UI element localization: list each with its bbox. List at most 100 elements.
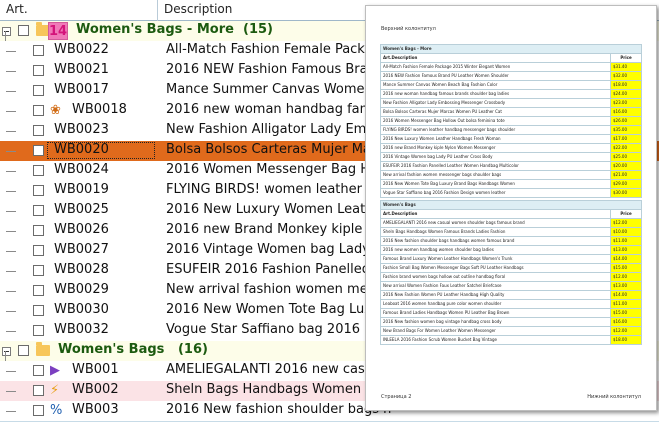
column-header-description[interactable]: Description	[164, 2, 232, 16]
description-cell: 2016 New Luxury Women Leather	[166, 202, 387, 217]
preview-desc-cell: Fashion brand women bags hollow out outl…	[380, 272, 611, 282]
preview-row: AMELIEGALANTI 2016 new casual women shou…	[380, 218, 642, 228]
preview-price-cell: $18.00	[610, 80, 642, 90]
description-cell: AMELIEGALANTI 2016 new casua	[166, 362, 381, 377]
checkbox[interactable]	[33, 125, 44, 136]
preview-row: New Fashion Alligator Lady Embossing Mes…	[380, 98, 642, 108]
article-code: WB0026	[54, 222, 109, 237]
checkbox[interactable]	[33, 405, 44, 416]
checkbox[interactable]	[33, 85, 44, 96]
checkbox[interactable]	[33, 65, 44, 76]
preview-desc-cell: 2016 New Fashion Women PU Leather Handba…	[380, 290, 611, 300]
checkbox[interactable]	[33, 385, 44, 396]
description-cell: 2016 New fashion shoulder bags h	[166, 402, 392, 417]
collapse-icon[interactable]	[2, 347, 11, 356]
preview-row: New Brand Bags For Women Leather Women M…	[380, 326, 642, 336]
checkbox[interactable]	[33, 45, 44, 56]
preview-price-cell: $10.00	[610, 227, 642, 237]
collapse-icon[interactable]	[2, 27, 11, 36]
preview-price-cell: $25.00	[610, 152, 642, 162]
preview-price-cell: $29.00	[610, 179, 642, 189]
preview-price-cell: $13.00	[610, 245, 642, 255]
preview-desc-cell: AMELIEGALANTI 2016 new casual women shou…	[380, 218, 611, 228]
preview-desc-cell: Famous Brand Ladies Handbags Women PU Le…	[380, 308, 611, 318]
preview-row: 2016 New Fashion Women PU Leather Handba…	[380, 290, 642, 300]
preview-row: 2016 New Women Tote Bag Luxury Brand Bag…	[380, 179, 642, 189]
preview-desc-cell: 2016 NEW Fashion Famous Brand PU Leather…	[380, 71, 611, 81]
preview-group-title: Women's Bags - More	[380, 44, 642, 54]
checkbox[interactable]	[33, 305, 44, 316]
preview-col-price: Price	[610, 53, 642, 63]
preview-row: Fashion brand women bags hollow out outl…	[380, 272, 642, 282]
preview-row: Sheln Bags Handbags Women Famous Brands …	[380, 227, 642, 237]
preview-price-cell: $31.40	[610, 62, 642, 72]
article-code: WB0023	[54, 122, 109, 137]
preview-price-cell: $17.00	[610, 134, 642, 144]
checkbox[interactable]	[18, 345, 29, 356]
checkbox[interactable]	[33, 205, 44, 216]
preview-desc-cell: Bolsa Bolsos Carteras Mujer Marcas Women…	[380, 107, 611, 117]
article-code: WB0024	[54, 162, 109, 177]
preview-desc-cell: Famous Brand Luxury Women Leather Handba…	[380, 254, 611, 264]
article-code: WB0032	[54, 322, 109, 337]
preview-price-cell: $22.00	[610, 143, 642, 153]
article-code: WB0025	[54, 202, 109, 217]
checkbox[interactable]	[33, 145, 44, 156]
preview-desc-cell: 2016 Women Messenger Bag Hollow Out bols…	[380, 116, 611, 126]
checkbox[interactable]	[33, 245, 44, 256]
preview-row: 2016 New Luxury Women Leather Handbags F…	[380, 134, 642, 144]
checkbox[interactable]	[33, 185, 44, 196]
preview-desc-cell: 2016 Vintage Women bag Lady PU Leather C…	[380, 152, 611, 162]
group-title: Women's Bags (16)	[58, 342, 208, 357]
preview-desc-cell: Mance Summer Canvas Women Beach Bag Fash…	[380, 80, 611, 90]
checkbox[interactable]	[33, 285, 44, 296]
checkbox[interactable]	[33, 265, 44, 276]
description-cell: 2016 Women Messenger Bag Holl	[166, 162, 386, 177]
column-header-art[interactable]: Art.	[6, 2, 28, 16]
description-cell: 2016 New Women Tote Bag Luxur	[166, 302, 386, 317]
article-code: WB0022	[54, 42, 109, 57]
preview-price-cell: $18.00	[610, 335, 642, 345]
checkbox[interactable]	[18, 25, 29, 36]
article-code: WB0027	[54, 242, 109, 257]
preview-row: All-Match Fashion Female Package 2015 Wi…	[380, 62, 642, 72]
preview-header-text: Верхний колонтитул	[381, 26, 436, 32]
checkbox[interactable]	[33, 225, 44, 236]
preview-price-cell: $16.00	[610, 317, 642, 327]
preview-row: FLYING BIRDS! women leather handbag mess…	[380, 125, 642, 135]
checkbox[interactable]	[33, 165, 44, 176]
preview-desc-cell: All-Match Fashion Female Package 2015 Wi…	[380, 62, 611, 72]
description-cell: New arrival fashion women messer	[166, 282, 395, 297]
article-code: WB003	[72, 402, 119, 417]
preview-price-cell: $21.00	[610, 170, 642, 180]
preview-footer-right: Нижний колонтитул	[587, 394, 641, 400]
checkbox[interactable]	[33, 325, 44, 336]
description-cell: Sheln Bags Handbags Women Fa	[166, 382, 380, 397]
preview-row: 2016 Vintage Women bag Lady PU Leather C…	[380, 152, 642, 162]
description-cell: ESUFEIR 2016 Fashion Panelled L	[166, 262, 382, 277]
article-code: WB0028	[54, 262, 109, 277]
description-cell: 2016 new woman handbag famous	[166, 102, 396, 117]
focus-outline	[47, 142, 155, 159]
preview-price-cell: $12.00	[610, 326, 642, 336]
checkbox[interactable]	[33, 365, 44, 376]
preview-price-cell: $14.00	[610, 290, 642, 300]
preview-desc-cell: INLEELA 2016 Fashion Scrub Women Bucket …	[380, 335, 611, 345]
print-preview-panel: Верхний колонтитул Women's Bags - More A…	[365, 5, 657, 411]
preview-price-cell: $16.00	[610, 107, 642, 117]
preview-desc-cell: New arrival fashion women messenger bags…	[380, 170, 611, 180]
preview-desc-cell: Leaboat 2016 women handbag pure color wo…	[380, 299, 611, 309]
preview-row: ESUFEIR 2016 Fashion Panelled Leather Wo…	[380, 161, 642, 171]
checkbox[interactable]	[33, 105, 44, 116]
preview-price-cell: $30.00	[610, 188, 642, 198]
flag-icon: ▶	[50, 363, 60, 378]
preview-price-cell: $15.00	[610, 263, 642, 273]
folder-icon	[36, 342, 50, 356]
description-cell: 2016 Vintage Women bag Lady PU	[166, 242, 392, 257]
preview-row: 2016 New fashion women bag vintage handb…	[380, 317, 642, 327]
preview-price-cell: $12.00	[610, 218, 642, 228]
preview-row: New arrival fashion women messenger bags…	[380, 170, 642, 180]
preview-col-art: Art.Description	[380, 53, 611, 63]
description-cell: New Fashion Alligator Lady Embos	[166, 122, 390, 137]
preview-price-cell: $20.00	[610, 161, 642, 171]
